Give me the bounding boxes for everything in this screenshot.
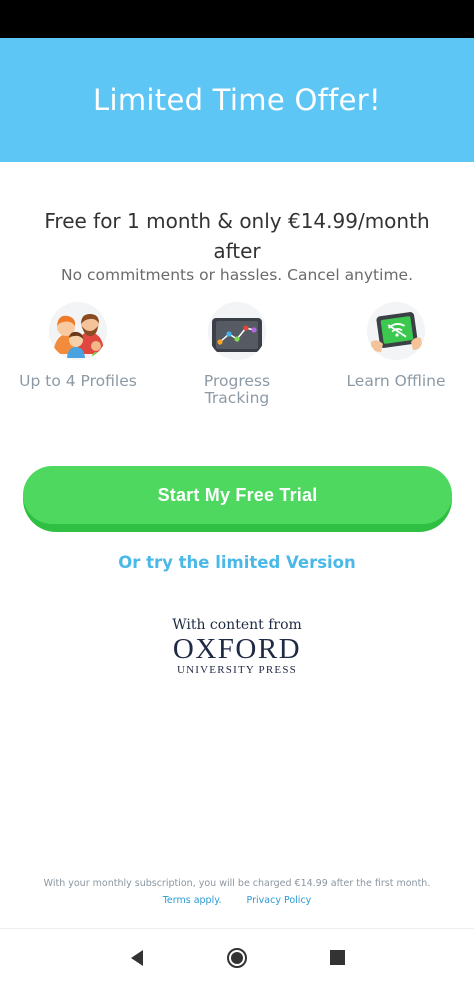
feature-progress: Progress Tracking bbox=[177, 302, 297, 407]
feature-offline: Learn Offline bbox=[336, 302, 456, 390]
offer-subtitle: No commitments or hassles. Cancel anytim… bbox=[60, 266, 414, 284]
feature-profiles: Up to 4 Profiles bbox=[18, 302, 138, 390]
partner-caption: With content from bbox=[172, 617, 302, 633]
feature-label: Progress Tracking bbox=[203, 372, 271, 407]
feature-label: Up to 4 Profiles bbox=[19, 372, 137, 390]
progress-chart-tablet-icon bbox=[208, 302, 266, 360]
privacy-policy-link[interactable]: Privacy Policy bbox=[247, 895, 312, 906]
subscription-note: With your monthly subscription, you will… bbox=[43, 878, 431, 889]
offer-header: Limited Time Offer! bbox=[0, 38, 474, 162]
oxford-logo: With content from OXFORD UNIVERSITY PRES… bbox=[0, 617, 474, 676]
recent-apps-icon[interactable] bbox=[327, 947, 349, 969]
limited-version-link[interactable]: Or try the limited Version bbox=[0, 553, 474, 572]
start-free-trial-button[interactable]: Start My Free Trial bbox=[23, 466, 452, 532]
footer-links: Terms apply. Privacy Policy bbox=[0, 895, 474, 906]
page-title: Limited Time Offer! bbox=[93, 83, 381, 117]
terms-link[interactable]: Terms apply. bbox=[163, 895, 222, 906]
home-icon[interactable] bbox=[226, 947, 248, 969]
status-bar bbox=[0, 0, 474, 38]
back-icon[interactable] bbox=[127, 947, 149, 969]
partner-press: UNIVERSITY PRESS bbox=[177, 664, 297, 676]
start-free-trial-label: Start My Free Trial bbox=[23, 466, 452, 524]
offline-tablet-icon bbox=[367, 302, 425, 360]
feature-label: Learn Offline bbox=[346, 372, 446, 390]
android-nav-bar bbox=[0, 928, 474, 986]
offer-headline: Free for 1 month & only €14.99/month aft… bbox=[44, 209, 430, 263]
partner-name: OXFORD bbox=[172, 633, 302, 665]
family-profiles-icon bbox=[49, 302, 107, 360]
